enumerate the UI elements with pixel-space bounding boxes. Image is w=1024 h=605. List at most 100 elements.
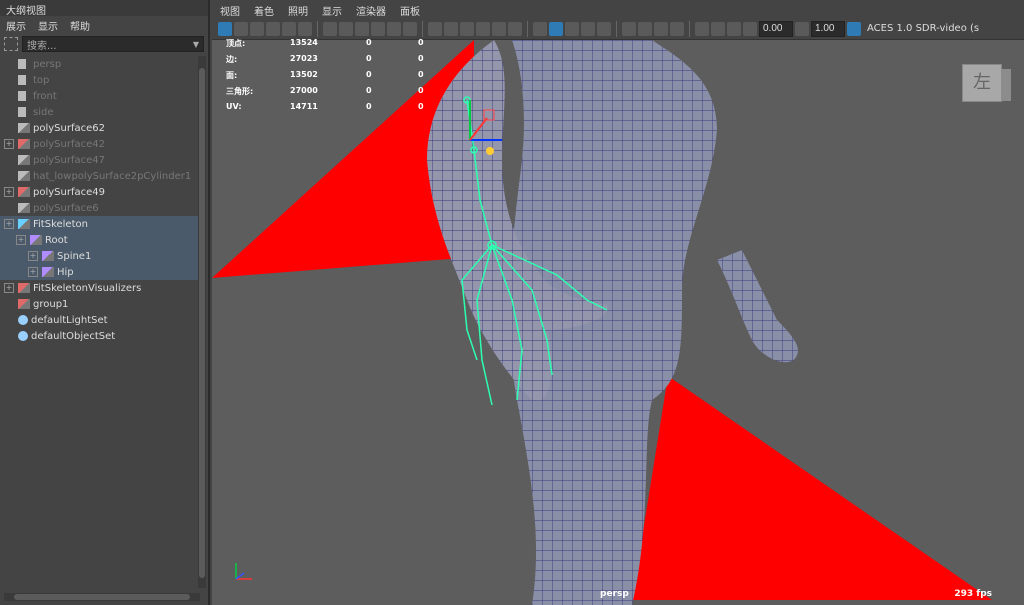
motion-blur-icon[interactable] <box>622 21 636 36</box>
colorspace-label[interactable]: ACES 1.0 SDR-video (s <box>867 23 979 34</box>
expand-icon[interactable]: + <box>4 187 14 197</box>
outliner-item-label: polySurface49 <box>33 186 105 198</box>
expand-icon[interactable]: + <box>28 251 38 261</box>
viewcube[interactable]: 左 <box>962 64 1011 102</box>
viewport-panel[interactable]: 视图 着色 照明 显示 渲染器 面板 0.00 1.00 ACES 1.0 SD… <box>212 0 1024 605</box>
menu-display[interactable]: 显示 <box>38 18 58 33</box>
outliner-item[interactable]: persp <box>0 56 198 72</box>
outliner-item[interactable]: hat_lowpolySurface2pCylinder1 <box>0 168 198 184</box>
expose-icon[interactable] <box>743 21 757 36</box>
pan-icon[interactable] <box>387 21 401 36</box>
outliner-item[interactable]: + FitSkeletonVisualizers <box>0 280 198 296</box>
anti-alias-icon[interactable] <box>638 21 652 36</box>
search-input[interactable]: 搜索... ▼ <box>22 36 204 52</box>
smooth-shade-icon[interactable] <box>460 21 474 36</box>
mesh-group-icon <box>18 187 30 197</box>
scrollbar-thumb[interactable] <box>14 594 190 600</box>
light-bulb-icon[interactable] <box>597 21 611 36</box>
wireframe-icon[interactable] <box>444 21 458 36</box>
hud-label: 边: <box>226 55 238 64</box>
camera-icon <box>18 75 30 85</box>
mesh-icon <box>18 203 30 213</box>
hud-label: UV: <box>226 102 242 111</box>
heads-up-display: 顶点: 13524 0 0 边: 27023 0 0 面: 13502 0 0 三角形: 27000 0 0 U… <box>226 38 424 118</box>
depth-of-field-icon[interactable] <box>654 21 668 36</box>
outliner-item[interactable]: + Hip <box>0 264 198 280</box>
expand-icon[interactable]: + <box>28 267 38 277</box>
outliner-item[interactable]: + FitSkeleton <box>0 216 198 232</box>
outliner-item-label: polySurface6 <box>33 202 99 214</box>
field-chart-icon[interactable] <box>711 21 725 36</box>
outliner-item[interactable]: group1 <box>0 296 198 312</box>
zoom-icon[interactable] <box>403 21 417 36</box>
color-icon[interactable] <box>266 21 280 36</box>
expand-icon[interactable]: + <box>4 219 14 229</box>
menu-help[interactable]: 帮助 <box>70 18 90 33</box>
safe-area-icon[interactable] <box>298 21 312 36</box>
mesh-icon <box>18 123 30 133</box>
camera-icon[interactable] <box>323 21 337 36</box>
outliner-item[interactable]: defaultObjectSet <box>0 328 198 344</box>
gamma-field[interactable] <box>811 20 845 37</box>
gamma-icon[interactable] <box>795 21 809 36</box>
chevron-down-icon[interactable]: ▼ <box>193 40 199 49</box>
outliner-item[interactable]: + polySurface42 <box>0 136 198 152</box>
camera-attributes-icon[interactable] <box>234 21 248 36</box>
ambient-occlusion-icon[interactable] <box>581 21 595 36</box>
menu-panels[interactable]: 面板 <box>400 3 420 18</box>
menu-show[interactable]: 显示 <box>322 3 342 18</box>
outliner-item[interactable]: front <box>0 88 198 104</box>
outliner-item[interactable]: polySurface6 <box>0 200 198 216</box>
textured-icon[interactable] <box>476 21 490 36</box>
hud-v1: 27000 <box>290 86 318 95</box>
outliner-item[interactable]: + polySurface49 <box>0 184 198 200</box>
camera-icon <box>18 107 30 117</box>
resolution-gate-icon[interactable] <box>695 21 709 36</box>
menu-renderer[interactable]: 渲染器 <box>356 3 386 18</box>
image-plane-icon[interactable] <box>250 21 264 36</box>
outliner-item[interactable]: + Spine1 <box>0 248 198 264</box>
joint-icon <box>42 251 54 261</box>
color-management-icon[interactable] <box>847 21 861 36</box>
exposure-field[interactable] <box>759 20 793 37</box>
film-gate-icon[interactable] <box>282 21 296 36</box>
outliner-item-label: top <box>33 74 50 86</box>
lock-icon[interactable] <box>355 21 369 36</box>
xray-joints-icon[interactable] <box>549 21 563 36</box>
xray-icon[interactable] <box>533 21 547 36</box>
outliner-item-label: defaultObjectSet <box>31 330 116 342</box>
select-camera-icon[interactable] <box>218 21 232 36</box>
use-all-lights-icon[interactable] <box>492 21 506 36</box>
scrollbar-thumb[interactable] <box>199 68 205 578</box>
vertical-scrollbar[interactable] <box>198 56 206 588</box>
viewport-toolbar: ACES 1.0 SDR-video (s <box>212 18 1024 40</box>
menu-view[interactable]: 视图 <box>220 3 240 18</box>
outliner-item[interactable]: side <box>0 104 198 120</box>
outliner-item[interactable]: polySurface47 <box>0 152 198 168</box>
hud-v2: 0 <box>366 54 372 63</box>
outliner-item[interactable]: polySurface62 <box>0 120 198 136</box>
outliner-item-label: polySurface62 <box>33 122 105 134</box>
isolate-icon[interactable] <box>565 21 579 36</box>
grid-icon[interactable] <box>428 21 442 36</box>
menu-show[interactable]: 展示 <box>6 18 26 33</box>
shadows-icon[interactable] <box>508 21 522 36</box>
horizontal-scrollbar[interactable] <box>4 593 200 601</box>
outliner-item-label: side <box>33 106 54 118</box>
expand-icon[interactable]: + <box>16 235 26 245</box>
pin-icon[interactable] <box>371 21 385 36</box>
bookmark-icon[interactable] <box>339 21 353 36</box>
menu-lighting[interactable]: 照明 <box>288 3 308 18</box>
hud-row: 顶点: 13524 0 0 <box>226 38 424 54</box>
search-options-icon[interactable] <box>4 37 18 51</box>
expand-icon[interactable]: + <box>4 283 14 293</box>
outliner-item[interactable]: top <box>0 72 198 88</box>
menu-shading[interactable]: 着色 <box>254 3 274 18</box>
outliner-item[interactable]: defaultLightSet <box>0 312 198 328</box>
wireframe-on-shaded-icon[interactable] <box>727 21 741 36</box>
outliner-item[interactable]: + Root <box>0 232 198 248</box>
expand-icon[interactable]: + <box>4 139 14 149</box>
gate-mask-icon[interactable] <box>670 21 684 36</box>
viewcube-side[interactable] <box>1001 69 1011 101</box>
outliner-item-label: Root <box>45 234 68 246</box>
